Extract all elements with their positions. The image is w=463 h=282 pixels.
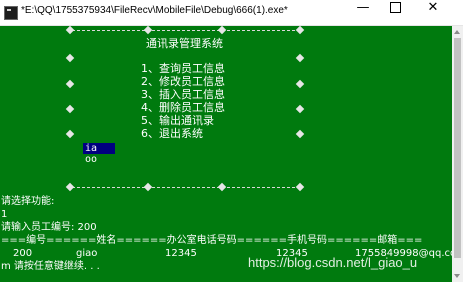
console-app-icon xyxy=(4,6,18,20)
table-header: ===编号======姓名======办公室电话号码======手机号码====… xyxy=(1,235,423,246)
frame-diamond xyxy=(295,104,305,114)
menu-item: 5、输出通讯录 xyxy=(141,114,214,127)
frame-diamond xyxy=(295,53,305,63)
frame-diamond xyxy=(217,182,227,192)
row-id: 200 xyxy=(13,248,33,259)
maximize-button[interactable] xyxy=(380,0,410,26)
console-output-area[interactable]: 通讯录管理系统 1、查询员工信息 2、修改员工信息 3、插入员工信息 4、删除员… xyxy=(0,26,452,282)
minimize-button[interactable]: — xyxy=(348,0,378,26)
console-window: *E:\QQ\1755375934\FileRecv\MobileFile\De… xyxy=(0,0,463,282)
close-icon: ✕ xyxy=(427,0,439,15)
frame-diamond xyxy=(295,129,305,139)
menu-item: 1、查询员工信息 xyxy=(141,62,225,75)
row-name: giao xyxy=(76,248,98,259)
frame-diamond xyxy=(65,79,75,89)
title-bar[interactable]: *E:\QQ\1755375934\FileRecv\MobileFile\De… xyxy=(0,0,463,26)
menu-frame-top xyxy=(72,30,300,31)
frame-diamond xyxy=(143,182,153,192)
frame-diamond xyxy=(65,53,75,63)
continue-prompt: m 请按任意键继续. . . xyxy=(1,261,100,272)
window-title: *E:\QQ\1755375934\FileRecv\MobileFile\De… xyxy=(21,5,288,16)
menu-item: 6、退出系统 xyxy=(141,127,203,140)
scroll-up-icon[interactable] xyxy=(454,30,460,34)
menu-heading: 通讯录管理系统 xyxy=(146,37,223,50)
prompt-choice: 请选择功能: xyxy=(1,196,55,207)
menu-item: 4、删除员工信息 xyxy=(141,101,225,114)
menu-frame-bottom xyxy=(72,187,300,188)
watermark-text: https://blog.csdn.net/l_giao_u xyxy=(248,255,418,270)
maximize-icon xyxy=(389,2,401,13)
prompt-employee-id: 请输入员工编号: 200 xyxy=(1,222,97,233)
text-cursor-selection: ia oo xyxy=(83,143,115,165)
menu-item: 3、插入员工信息 xyxy=(141,88,225,101)
frame-diamond xyxy=(65,26,75,35)
frame-diamond xyxy=(217,26,227,35)
frame-diamond xyxy=(65,182,75,192)
frame-diamond xyxy=(143,26,153,35)
frame-diamond xyxy=(295,182,305,192)
frame-diamond xyxy=(65,104,75,114)
frame-diamond xyxy=(295,79,305,89)
row-office-phone: 12345 xyxy=(165,248,197,259)
minimize-icon: — xyxy=(356,0,370,15)
choice-value: 1 xyxy=(1,209,8,220)
scrollbar-thumb[interactable] xyxy=(454,38,461,258)
frame-diamond xyxy=(295,26,305,35)
close-button[interactable]: ✕ xyxy=(418,0,448,26)
menu-item: 2、修改员工信息 xyxy=(141,75,225,88)
frame-diamond xyxy=(65,129,75,139)
vertical-scrollbar[interactable] xyxy=(452,26,463,282)
scroll-down-icon[interactable] xyxy=(454,274,460,278)
